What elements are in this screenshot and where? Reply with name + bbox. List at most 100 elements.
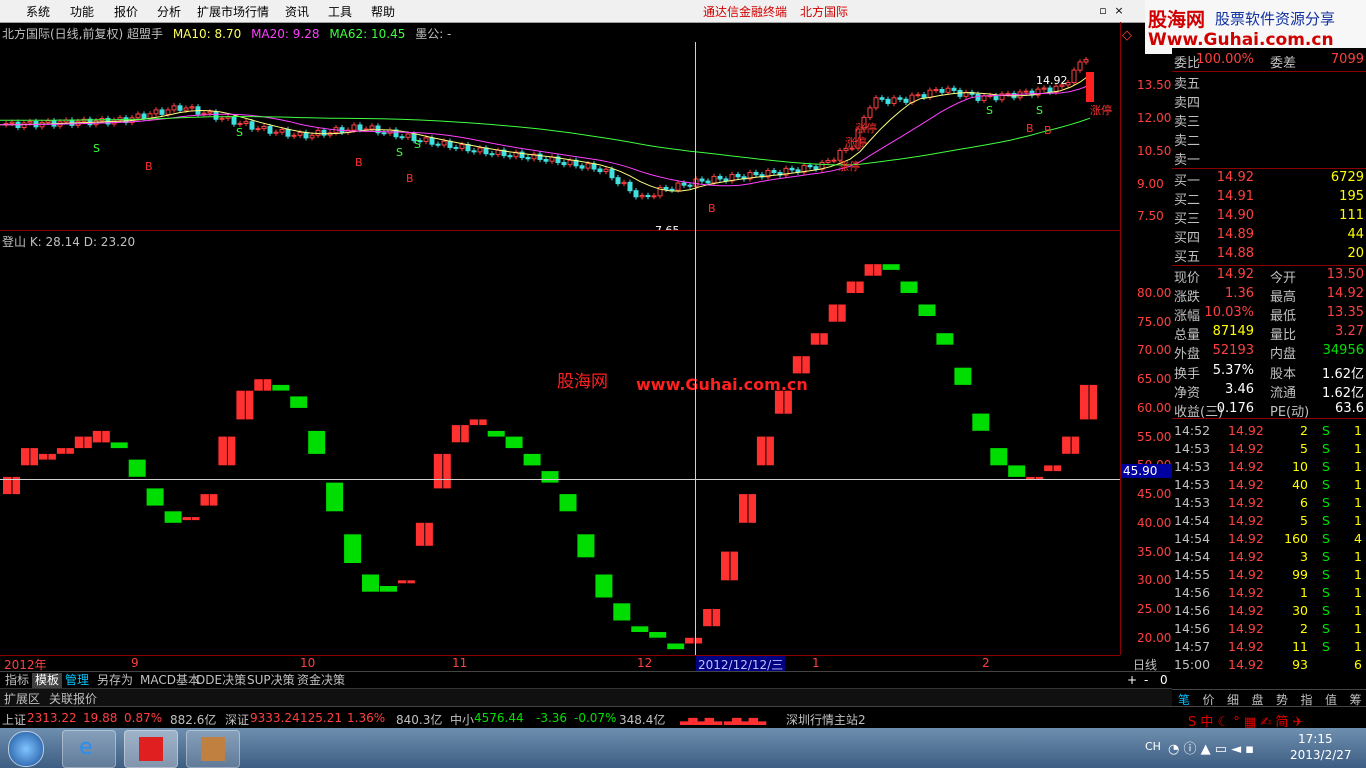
k-bar-down xyxy=(272,384,290,391)
buy-level-volume: 111 xyxy=(1339,208,1364,223)
minimize-icon[interactable]: ▫ xyxy=(1096,4,1110,18)
stat-row: 涨跌 1.36 最高 14.92 xyxy=(1172,286,1366,305)
start-button-icon[interactable] xyxy=(8,731,44,767)
tick-price: 14.92 xyxy=(1228,423,1264,438)
tick-side: S xyxy=(1322,513,1330,528)
time-label: 9 xyxy=(131,656,139,670)
stat-value: 5.37% xyxy=(1212,363,1254,378)
indicator-tab[interactable]: 指标 xyxy=(2,673,32,688)
limit-up-label: 涨停 xyxy=(855,121,877,135)
stat-value: 14.92 xyxy=(1216,267,1254,282)
price-chart[interactable]: 14.927.65涨停涨停涨停涨停SSSSSSBBBBBB xyxy=(0,42,1120,230)
sell-level-label: 卖五 xyxy=(1174,77,1201,92)
buy-signal: B xyxy=(355,156,363,169)
language-indicator[interactable]: CH xyxy=(1145,740,1161,753)
stat-label: 现价 xyxy=(1174,271,1201,286)
tick-row: 14:54 14.92 160 S 4 xyxy=(1172,531,1366,549)
stat-value: 1.62亿 xyxy=(1322,386,1364,401)
tick-time: 14:54 xyxy=(1174,513,1211,528)
time-label: 11 xyxy=(452,656,468,670)
tab-control-button[interactable]: 0 xyxy=(1157,673,1171,688)
tick-row: 14:56 14.92 2 S 1 xyxy=(1172,621,1366,639)
k-bar-down xyxy=(972,413,990,431)
tick-time: 14:56 xyxy=(1174,585,1211,600)
sh-index-value: 2313.22 xyxy=(27,711,77,725)
zx-index-pct: -0.07% xyxy=(574,711,617,725)
buy-signal: B xyxy=(145,160,153,173)
tick-volume: 40 xyxy=(1292,477,1308,492)
menu-tools[interactable]: 工具 xyxy=(328,3,352,20)
tick-row: 14:53 14.92 6 S 1 xyxy=(1172,495,1366,513)
tab-control-button[interactable]: + xyxy=(1124,673,1140,688)
expand-bar: 扩展区 关联报价 xyxy=(0,688,1172,707)
limit-up-label: 涨停 xyxy=(838,159,860,173)
k-bar-down xyxy=(613,603,631,621)
indicator-tab[interactable]: 管理 xyxy=(62,673,92,688)
quote-panel: 委比 100.00% 委差 7099 卖五 卖四 卖三 卖二 卖一 买一 14.92 672… xyxy=(1172,48,1366,688)
tray-icons[interactable]: ◔ ⓘ ▲ ▭ ◄ ▪ xyxy=(1168,738,1254,757)
menu-function[interactable]: 功能 xyxy=(70,3,94,20)
tick-side: S xyxy=(1322,441,1330,456)
indicator-tab[interactable]: 模板 xyxy=(32,673,63,688)
tick-volume: 99 xyxy=(1292,567,1308,582)
close-icon[interactable]: × xyxy=(1112,4,1126,18)
weicha-value: 7099 xyxy=(1330,52,1364,67)
menu-extended-market[interactable]: 扩展市场行情 xyxy=(197,3,269,20)
server-name[interactable]: 深圳行情主站2 xyxy=(786,711,866,728)
buy-level-row[interactable]: 买五 14.88 20 xyxy=(1172,246,1366,265)
buy-signal: B xyxy=(406,172,414,185)
clock-date[interactable]: 2013/2/27 xyxy=(1290,748,1352,762)
settings-icon[interactable]: ◇ xyxy=(1122,28,1132,43)
menu-analysis[interactable]: 分析 xyxy=(157,3,181,20)
tick-side: S xyxy=(1322,459,1330,474)
tick-side: S xyxy=(1322,495,1330,510)
tick-count: 6 xyxy=(1354,657,1362,672)
tick-side: S xyxy=(1322,549,1330,564)
indicator-tab[interactable]: SUP决策 xyxy=(244,673,298,688)
menu-help[interactable]: 帮助 xyxy=(371,3,395,20)
tick-count: 1 xyxy=(1354,567,1362,582)
tick-side: S xyxy=(1322,567,1330,582)
tick-count: 1 xyxy=(1354,585,1362,600)
indicator-tick: 35.00 xyxy=(1137,545,1172,559)
indicator-tab[interactable]: DDE决策 xyxy=(193,673,249,688)
menu-system[interactable]: 系统 xyxy=(26,3,50,20)
buy-level-row[interactable]: 买四 14.89 44 xyxy=(1172,227,1366,246)
clock-time[interactable]: 17:15 xyxy=(1298,732,1333,746)
weicha-label: 委差 xyxy=(1270,56,1297,71)
related-quote-tab[interactable]: 关联报价 xyxy=(49,690,97,707)
buy-signal: B xyxy=(708,202,716,215)
sell-level-row: 卖三 xyxy=(1172,111,1366,130)
buy-level-price: 14.90 xyxy=(1216,208,1254,223)
buy-level-row[interactable]: 买三 14.90 111 xyxy=(1172,208,1366,227)
app-taskbar-icon[interactable] xyxy=(186,730,240,768)
indicator-tab[interactable]: 资金决策 xyxy=(294,673,348,688)
expand-area-tab[interactable]: 扩展区 xyxy=(4,690,40,707)
indicator-chart[interactable] xyxy=(0,247,1120,655)
zx-index-label[interactable]: 中小 xyxy=(450,711,474,728)
tick-time: 14:54 xyxy=(1174,549,1211,564)
menu-quote[interactable]: 报价 xyxy=(114,3,138,20)
k-bar-down xyxy=(900,281,918,293)
indicator-tick: 75.00 xyxy=(1137,315,1172,329)
sh-index-label[interactable]: 上证 xyxy=(2,711,26,728)
indicator-tab[interactable]: 另存为 xyxy=(94,673,136,688)
tdx-taskbar-icon[interactable] xyxy=(124,730,178,768)
k-bar-down xyxy=(380,586,397,592)
buy-level-row[interactable]: 买二 14.91 195 xyxy=(1172,189,1366,208)
ma10-label: MA10: 8.70 xyxy=(172,27,242,41)
tick-price: 14.92 xyxy=(1228,549,1264,564)
sz-index-label[interactable]: 深证 xyxy=(225,711,249,728)
buy-level-row[interactable]: 买一 14.92 6729 xyxy=(1172,170,1366,189)
ie-taskbar-icon[interactable]: e xyxy=(62,730,116,768)
crosshair-value: 45.90 xyxy=(1121,464,1173,478)
stat-value: 1.36 xyxy=(1225,286,1254,301)
tick-time: 14:52 xyxy=(1174,423,1211,438)
menu-news[interactable]: 资讯 xyxy=(285,3,309,20)
time-label: 10 xyxy=(300,656,316,670)
weibi-value: 100.00% xyxy=(1196,52,1254,67)
chart-area[interactable]: 北方国际(日线,前复权) 超盟手 MA10: 8.70 MA20: 9.28 M… xyxy=(0,22,1121,673)
indicator-tick: 25.00 xyxy=(1137,602,1172,616)
stat-value: 63.6 xyxy=(1335,401,1364,416)
tab-control-button[interactable]: - xyxy=(1141,673,1151,688)
